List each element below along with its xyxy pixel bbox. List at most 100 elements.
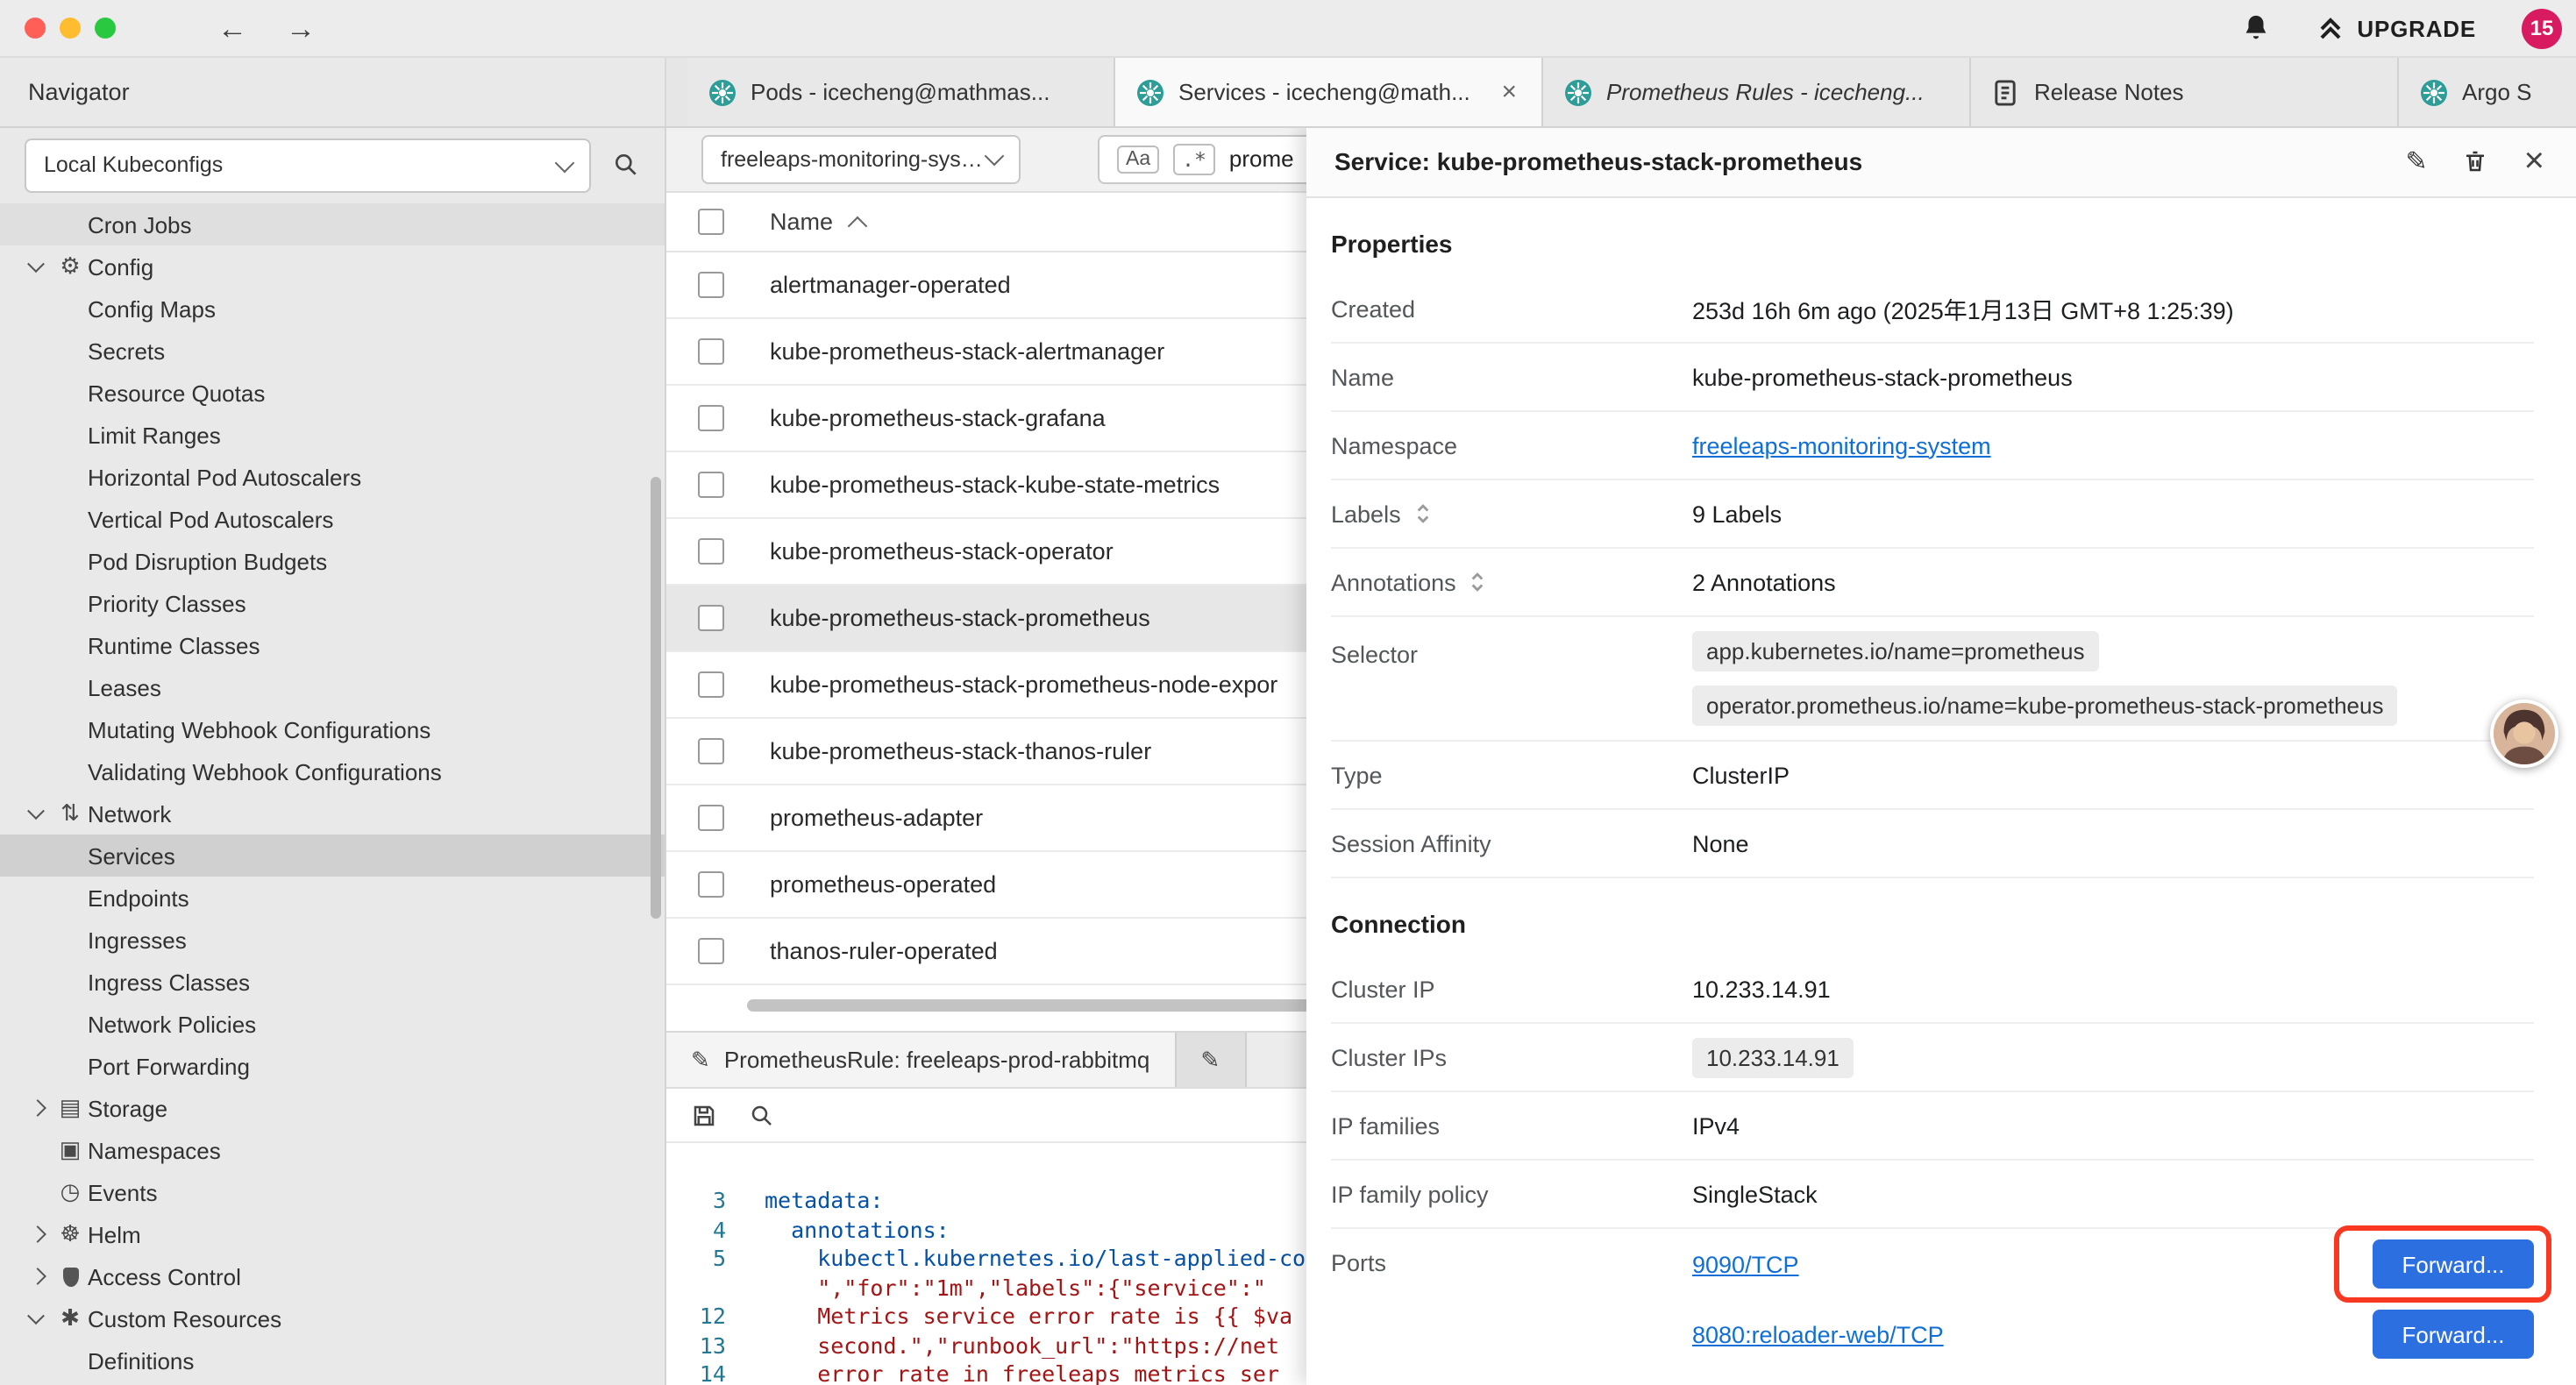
save-icon[interactable]: [691, 1102, 717, 1128]
edit-resource-icon[interactable]: ✎: [2405, 146, 2427, 177]
column-header-name[interactable]: Name: [770, 209, 833, 235]
notifications-bell-icon[interactable]: [2241, 12, 2271, 44]
sidebar-item[interactable]: Runtime Classes: [0, 624, 665, 666]
dock-tab-prometheusrule[interactable]: ✎ PrometheusRule: freeleaps-prod-rabbitm…: [666, 1033, 1176, 1087]
sidebar-item[interactable]: Validating Webhook Configurations: [0, 750, 665, 792]
namespace-selector[interactable]: freeleaps-monitoring-system: [701, 134, 1021, 183]
expand-collapse-icon[interactable]: [1469, 568, 1488, 596]
tab-services[interactable]: Services - icecheng@math... ×: [1115, 58, 1543, 126]
minimize-window-button[interactable]: [60, 18, 81, 39]
forward-port-button[interactable]: Forward...: [2373, 1310, 2534, 1359]
sidebar-item[interactable]: ▣ Namespaces: [0, 1129, 665, 1171]
kubeconfig-selector-value: Local Kubeconfigs: [44, 153, 223, 177]
property-label: Cluster IP: [1331, 976, 1692, 1002]
traffic-lights: [25, 18, 116, 39]
sidebar-item[interactable]: ✱ Custom Resources: [0, 1297, 665, 1339]
sidebar-item[interactable]: Horizontal Pod Autoscalers: [0, 456, 665, 498]
row-checkbox[interactable]: [698, 805, 724, 831]
tree-chevron-icon: [21, 792, 53, 835]
sidebar-item[interactable]: Endpoints: [0, 877, 665, 919]
row-checkbox[interactable]: [698, 871, 724, 898]
close-tab-icon[interactable]: ×: [1498, 77, 1520, 107]
sidebar-item[interactable]: Services: [0, 835, 665, 877]
select-all-checkbox[interactable]: [698, 209, 724, 235]
kubeconfig-selector[interactable]: Local Kubeconfigs: [25, 138, 591, 192]
notification-count-badge[interactable]: 15: [2522, 8, 2562, 48]
sidebar-item[interactable]: ☸ Helm: [0, 1213, 665, 1255]
sidebar-item[interactable]: ⚙ Config: [0, 245, 665, 288]
line-number: 13: [666, 1332, 726, 1360]
sidebar-item[interactable]: Leases: [0, 666, 665, 708]
clock-icon: ◷: [53, 1178, 88, 1206]
sidebar-item[interactable]: Resource Quotas: [0, 372, 665, 414]
tab-argo[interactable]: Argo S: [2399, 58, 2576, 126]
sidebar-item[interactable]: Mutating Webhook Configurations: [0, 708, 665, 750]
row-checkbox[interactable]: [698, 538, 724, 565]
sidebar-item[interactable]: Ingresses: [0, 919, 665, 961]
sidebar-scrollbar-thumb[interactable]: [651, 477, 661, 919]
sidebar-item[interactable]: Network Policies: [0, 1003, 665, 1045]
sidebar-item[interactable]: Definitions: [0, 1339, 665, 1381]
forward-port-button[interactable]: Forward...: [2373, 1239, 2534, 1289]
row-checkbox[interactable]: [698, 671, 724, 698]
property-label: Name: [1331, 364, 1692, 390]
sidebar-item[interactable]: ◷ Events: [0, 1171, 665, 1213]
row-checkbox[interactable]: [698, 338, 724, 365]
close-window-button[interactable]: [25, 18, 46, 39]
gear-icon: ⚙: [53, 252, 88, 281]
sidebar-item[interactable]: Config Maps: [0, 288, 665, 330]
dock-tab-hidden[interactable]: ✎: [1176, 1033, 1246, 1087]
navigator-sidebar: Local Kubeconfigs Cron Jobs ⚙ Config Con…: [0, 126, 666, 1385]
service-name-cell: kube-prometheus-stack-prometheus: [770, 605, 1150, 631]
tab-prometheus-rules[interactable]: Prometheus Rules - icecheng...: [1543, 58, 1971, 126]
upgrade-button[interactable]: UPGRADE: [2316, 14, 2476, 42]
row-checkbox[interactable]: [698, 272, 724, 298]
sidebar-item[interactable]: Vertical Pod Autoscalers: [0, 498, 665, 540]
sidebar-search-icon[interactable]: [612, 151, 640, 179]
row-checkbox[interactable]: [698, 738, 724, 764]
property-label: Annotations: [1331, 569, 1456, 595]
editor-search-icon[interactable]: [749, 1102, 775, 1128]
sidebar-item[interactable]: ⇅ Network: [0, 792, 665, 835]
close-panel-icon[interactable]: ×: [2524, 144, 2544, 179]
tree-chevron-icon: [21, 1171, 53, 1213]
property-row-cluster-ips: Cluster IPs 10.233.14.91: [1331, 1024, 2534, 1092]
property-label: Session Affinity: [1331, 830, 1692, 856]
user-avatar[interactable]: [2490, 700, 2558, 768]
sidebar-item[interactable]: Cron Jobs: [0, 203, 665, 245]
sidebar-item[interactable]: Pod Disruption Budgets: [0, 540, 665, 582]
navigator-title: Navigator: [28, 79, 130, 105]
row-checkbox[interactable]: [698, 472, 724, 498]
row-checkbox[interactable]: [698, 938, 724, 964]
zoom-window-button[interactable]: [95, 18, 116, 39]
expand-collapse-icon[interactable]: [1413, 500, 1433, 528]
property-row-namespace: Namespace freeleaps-monitoring-system: [1331, 412, 2534, 480]
port-link[interactable]: 9090/TCP: [1692, 1251, 1799, 1277]
regex-toggle[interactable]: .*: [1173, 143, 1215, 174]
sidebar-item[interactable]: Secrets: [0, 330, 665, 372]
sidebar-item[interactable]: Limit Ranges: [0, 414, 665, 456]
tab-release-notes[interactable]: Release Notes: [1971, 58, 2399, 126]
tab-pods[interactable]: Pods - icecheng@mathmas...: [687, 58, 1115, 126]
delete-resource-icon[interactable]: [2463, 147, 2489, 175]
horizontal-scrollbar-thumb[interactable]: [747, 999, 1329, 1012]
back-arrow-icon[interactable]: ←: [217, 13, 247, 43]
row-checkbox[interactable]: [698, 605, 724, 631]
sidebar-item[interactable]: Port Forwarding: [0, 1045, 665, 1087]
tree-chevron-icon: [21, 1129, 53, 1171]
port-link[interactable]: 8080:reloader-web/TCP: [1692, 1321, 1944, 1347]
match-case-toggle[interactable]: Aa: [1117, 145, 1159, 173]
sidebar-item[interactable]: Access Control: [0, 1255, 665, 1297]
tab-label: Argo S: [2462, 79, 2576, 105]
tree-chevron-icon: [21, 1087, 53, 1129]
tabs-container: Pods - icecheng@mathmas... Services - ic…: [666, 58, 2576, 126]
namespace-link[interactable]: freeleaps-monitoring-system: [1692, 432, 1991, 458]
window-titlebar: ← → UPGRADE 15: [0, 0, 2576, 58]
row-checkbox[interactable]: [698, 405, 724, 431]
sidebar-item[interactable]: ▤ Storage: [0, 1087, 665, 1129]
tab-label: Pods - icecheng@mathmas...: [751, 79, 1092, 105]
sidebar-item[interactable]: Priority Classes: [0, 582, 665, 624]
forward-arrow-icon[interactable]: →: [286, 13, 316, 43]
sidebar-item[interactable]: Ingress Classes: [0, 961, 665, 1003]
sidebar-item-label: Definitions: [88, 1347, 194, 1374]
